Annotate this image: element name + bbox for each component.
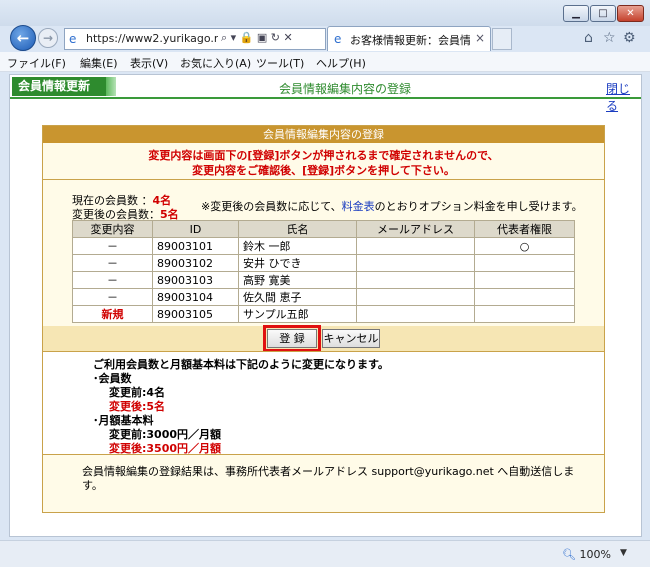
cell-email — [356, 237, 475, 255]
fee-note: ※変更後の会員数に応じて、料金表のとおりオプション料金を申し受けます。 — [201, 198, 583, 214]
new-tab-button[interactable] — [492, 28, 512, 50]
menu-favorites[interactable]: お気に入り(A) — [180, 55, 251, 71]
table-row: － 89003101 鈴木 一郎 ○ — [72, 237, 575, 255]
back-arrow-icon: ← — [16, 29, 30, 47]
col-name: 氏名 — [238, 220, 357, 238]
ie-tab-icon: e — [334, 32, 342, 46]
cell-email — [356, 288, 475, 306]
cell-change: － — [72, 271, 153, 289]
zoom-icon: 🔍︎ — [562, 548, 576, 561]
table-header-row: 変更内容 ID 氏名 メールアドレス 代表者権限 — [72, 220, 575, 238]
cell-id: 89003104 — [152, 288, 239, 306]
cell-id: 89003101 — [152, 237, 239, 255]
fee-note-before: ※変更後の会員数に応じて、 — [201, 200, 342, 213]
cell-change: 新規 — [72, 305, 153, 323]
footer-note: 会員情報編集の登録結果は、事務所代表者メールアドレス support@yurik… — [82, 465, 575, 492]
ie-page-icon: e — [69, 32, 77, 46]
cell-rep: ○ — [474, 237, 575, 255]
cell-rep — [474, 288, 575, 306]
menu-view[interactable]: 表示(V) — [130, 55, 168, 71]
cell-name: 安井 ひでき — [238, 254, 357, 272]
cell-email — [356, 271, 475, 289]
tab-close-icon[interactable]: × — [475, 31, 485, 45]
menu-edit[interactable]: 編集(E) — [80, 55, 118, 71]
page-header: 会員情報更新 会員情報編集内容の登録 閉じる — [10, 75, 641, 113]
header-title: 会員情報編集内容の登録 — [278, 82, 411, 96]
zoom-control[interactable]: 🔍︎ 100% — [562, 548, 611, 561]
cancel-button[interactable]: キャンセル — [322, 329, 380, 348]
favorites-star-icon[interactable]: ☆ — [603, 30, 616, 46]
fee-note-after: のとおりオプション料金を申し受けます。 — [374, 200, 583, 213]
forward-arrow-icon: → — [42, 31, 54, 45]
cell-rep — [474, 254, 575, 272]
panel-title: 会員情報編集内容の登録 — [43, 126, 604, 143]
cell-email — [356, 254, 475, 272]
cell-id: 89003103 — [152, 271, 239, 289]
menu-tools[interactable]: ツール(T) — [256, 55, 304, 71]
close-icon: ✕ — [626, 8, 635, 19]
table-row: － 89003103 高野 寛美 — [72, 271, 575, 289]
cell-rep — [474, 271, 575, 289]
button-area: 登 録 キャンセル — [43, 325, 604, 352]
summary-fee-after: 変更後:3500円／月額 — [109, 442, 222, 455]
menu-bar: ファイル(F) 編集(E) 表示(V) お気に入り(A) ツール(T) ヘルプ(… — [0, 52, 650, 72]
cell-change: － — [72, 237, 153, 255]
warning-line-2: 変更内容をご確認後、[登録]ボタンを押して下さい。 — [192, 164, 455, 177]
back-button[interactable]: ← — [10, 25, 36, 51]
tab-title: お客様情報更新：会員情... — [350, 34, 470, 47]
table-row: － 89003102 安井 ひでき — [72, 254, 575, 272]
cell-id: 89003105 — [152, 305, 239, 323]
col-rep: 代表者権限 — [474, 220, 575, 238]
maximize-icon: □ — [598, 8, 608, 19]
cell-name: 佐久間 恵子 — [238, 288, 357, 306]
cell-rep — [474, 305, 575, 323]
header-stripe — [106, 77, 116, 96]
gear-icon[interactable]: ⚙ — [623, 30, 636, 46]
cell-name: 鈴木 一郎 — [238, 237, 357, 255]
minimize-icon: ▁ — [572, 8, 580, 19]
navigation-bar: ← → e https://www2.yurikago.net/pl ⌕ ▾ 🔒… — [0, 22, 650, 52]
registration-panel: 会員情報編集内容の登録 変更内容は画面下の[登録]ボタンが押されるまで確定されま… — [42, 125, 605, 513]
close-window-button[interactable]: ✕ — [617, 5, 644, 22]
cell-id: 89003102 — [152, 254, 239, 272]
zoom-level: 100% — [579, 548, 611, 561]
change-summary: ご利用会員数と月額基本料は下記のように変更になります。 ･会員数 変更前:4名 … — [43, 351, 604, 455]
address-controls[interactable]: ⌕ ▾ 🔒 ▣ ↻ ✕ — [221, 31, 293, 45]
col-id: ID — [152, 220, 239, 238]
members-table: 変更内容 ID 氏名 メールアドレス 代表者権限 － 89003101 鈴木 一… — [72, 220, 575, 323]
minimize-button[interactable]: ▁ — [563, 5, 589, 22]
fee-table-link[interactable]: 料金表 — [342, 200, 375, 213]
col-change: 変更内容 — [72, 220, 153, 238]
register-button[interactable]: 登 録 — [263, 325, 321, 352]
warning-line-1: 変更内容は画面下の[登録]ボタンが押されるまで確定されませんので、 — [148, 149, 499, 162]
address-url[interactable]: https://www2.yurikago.net/pl — [86, 32, 218, 45]
summary-intro: ご利用会員数と月額基本料は下記のように変更になります。 — [93, 358, 389, 371]
close-link[interactable]: 閉じる — [606, 80, 641, 114]
menu-file[interactable]: ファイル(F) — [7, 55, 66, 71]
page-content: 会員情報更新 会員情報編集内容の登録 閉じる 会員情報編集内容の登録 変更内容は… — [9, 74, 642, 537]
cell-change: － — [72, 288, 153, 306]
address-bar[interactable]: e https://www2.yurikago.net/pl ⌕ ▾ 🔒 ▣ ↻… — [64, 28, 326, 50]
chevron-down-icon[interactable]: ▼ — [620, 548, 627, 558]
panel-divider — [43, 179, 604, 180]
cell-name: サンプル五郎 — [238, 305, 357, 323]
status-bar: 🔍︎ 100% ▼ — [0, 540, 650, 567]
cell-name: 高野 寛美 — [238, 271, 357, 289]
forward-button[interactable]: → — [38, 28, 58, 48]
cell-change: － — [72, 254, 153, 272]
table-row: － 89003104 佐久間 恵子 — [72, 288, 575, 306]
home-icon[interactable]: ⌂ — [584, 30, 593, 46]
maximize-button[interactable]: □ — [590, 5, 616, 22]
header-label: 会員情報更新 — [12, 77, 106, 96]
menu-help[interactable]: ヘルプ(H) — [316, 55, 366, 71]
col-email: メールアドレス — [356, 220, 475, 238]
cell-email — [356, 305, 475, 323]
browser-tab[interactable]: e お客様情報更新：会員情... × — [327, 26, 491, 51]
table-row: 新規 89003105 サンプル五郎 — [72, 305, 575, 323]
